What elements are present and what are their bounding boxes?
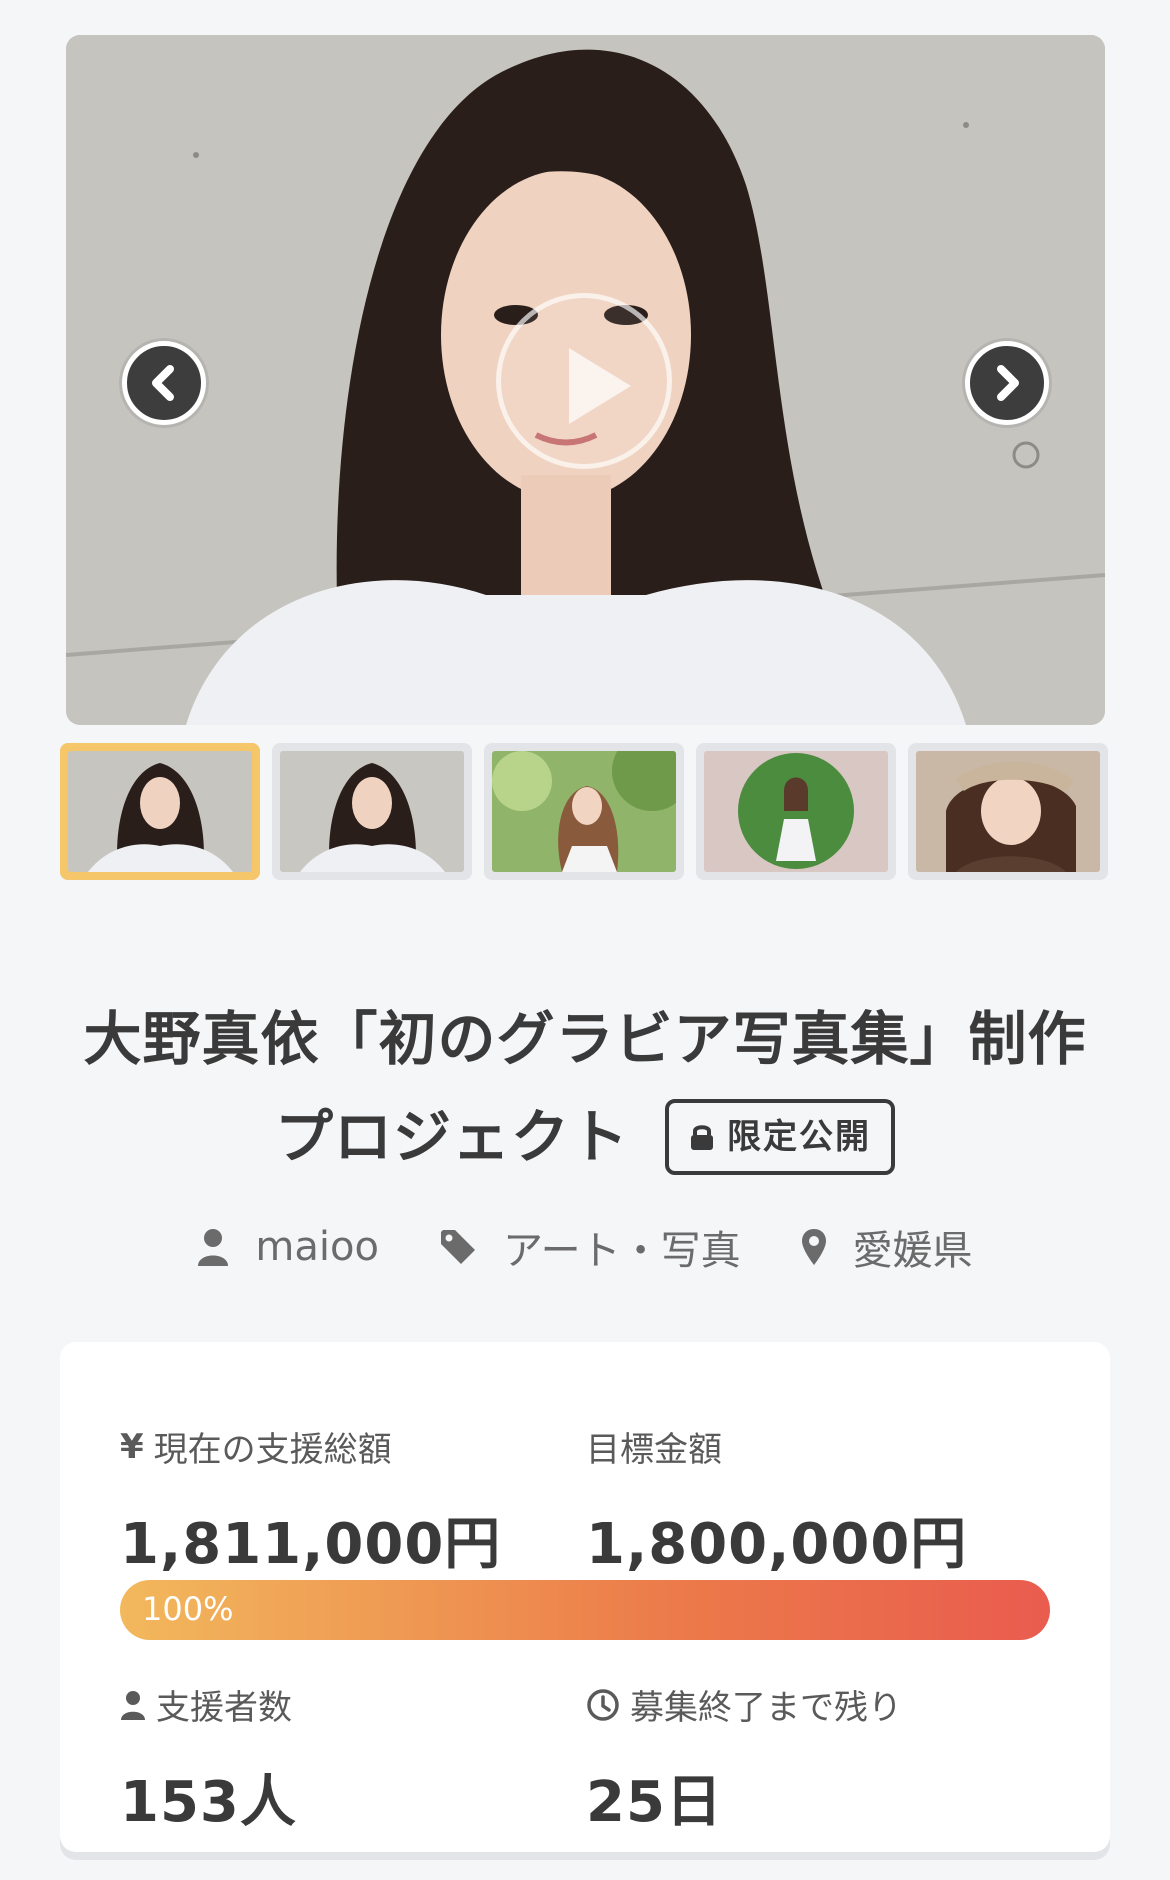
- lock-icon: [691, 1125, 713, 1150]
- funding-progress-text: 100%: [142, 1590, 234, 1628]
- thumbnail-3-image: [492, 751, 676, 872]
- thumbnail-5[interactable]: [908, 743, 1108, 880]
- hero-media[interactable]: [66, 35, 1105, 725]
- remaining-time-label: 募集終了まで残り: [630, 1688, 902, 1728]
- category-link[interactable]: アート・写真: [439, 1218, 741, 1276]
- play-video-button[interactable]: [496, 293, 672, 469]
- thumbnail-1[interactable]: [60, 743, 260, 880]
- author-name: maioo: [255, 1224, 379, 1270]
- map-pin-icon: [801, 1229, 826, 1265]
- thumbnail-2[interactable]: [272, 743, 472, 880]
- play-icon: [569, 348, 631, 424]
- current-amount-label-row: ¥ 現在の支援総額: [120, 1422, 501, 1471]
- goal-amount-value: 1,800,000円: [586, 1512, 968, 1577]
- thumbnail-3[interactable]: [484, 743, 684, 880]
- thumbnail-1-image: [68, 751, 252, 872]
- project-title-line1: 大野真依「初のグラビア写真集」制作: [83, 1005, 1087, 1073]
- goal-amount-label: 目標金額: [586, 1430, 722, 1470]
- project-title-line2: プロジェクト: [274, 1103, 629, 1171]
- previous-image-button[interactable]: [122, 341, 206, 425]
- remaining-time-value: 25日: [586, 1770, 723, 1835]
- funding-stats-card: ¥ 現在の支援総額 1,811,000円 目標金額 1,800,000円 100…: [60, 1342, 1110, 1852]
- author-link[interactable]: maioo: [197, 1224, 379, 1270]
- goal-amount-stat: 目標金額 1,800,000円: [586, 1422, 967, 1580]
- funding-progress-bar: 100%: [120, 1580, 1050, 1640]
- yen-icon: ¥: [120, 1426, 144, 1467]
- location-name: 愛媛県: [852, 1228, 973, 1274]
- thumbnail-strip: [60, 743, 1110, 880]
- clock-icon: [587, 1688, 619, 1721]
- thumbnail-4-image: [704, 751, 888, 872]
- thumbnail-2-image: [280, 751, 464, 872]
- project-title-line2-row: プロジェクト 限定公開: [275, 1088, 895, 1186]
- supporters-label: 支援者数: [156, 1688, 292, 1728]
- limited-release-badge-label: 限定公開: [727, 1117, 871, 1157]
- remaining-time-label-row: 募集終了まで残り: [586, 1680, 902, 1729]
- tag-icon: [440, 1230, 475, 1264]
- current-amount-value: 1,811,000円: [120, 1512, 502, 1577]
- thumbnail-4[interactable]: [696, 743, 896, 880]
- limited-release-badge: 限定公開: [665, 1099, 895, 1175]
- supporters-value: 153人: [120, 1770, 297, 1835]
- next-image-button[interactable]: [965, 341, 1049, 425]
- category-name: アート・写真: [502, 1228, 741, 1274]
- project-meta: maioo アート・写真 愛媛県: [0, 1218, 1170, 1276]
- thumbnail-5-image: [916, 751, 1100, 872]
- supporters-stat: 支援者数 153人: [120, 1680, 297, 1838]
- current-amount-label: 現在の支援総額: [153, 1430, 392, 1470]
- funding-progress-fill: [120, 1580, 1050, 1640]
- location-link[interactable]: 愛媛県: [801, 1218, 973, 1276]
- project-title: 大野真依「初のグラビア写真集」制作 プロジェクト 限定公開: [60, 990, 1110, 1186]
- chevron-right-icon: [997, 365, 1019, 401]
- chevron-left-icon: [152, 365, 174, 401]
- user-icon: [198, 1229, 229, 1266]
- remaining-time-stat: 募集終了まで残り 25日: [586, 1680, 902, 1838]
- user-icon: [121, 1690, 145, 1720]
- supporters-label-row: 支援者数: [120, 1680, 297, 1729]
- current-amount-stat: ¥ 現在の支援総額 1,811,000円: [120, 1422, 501, 1580]
